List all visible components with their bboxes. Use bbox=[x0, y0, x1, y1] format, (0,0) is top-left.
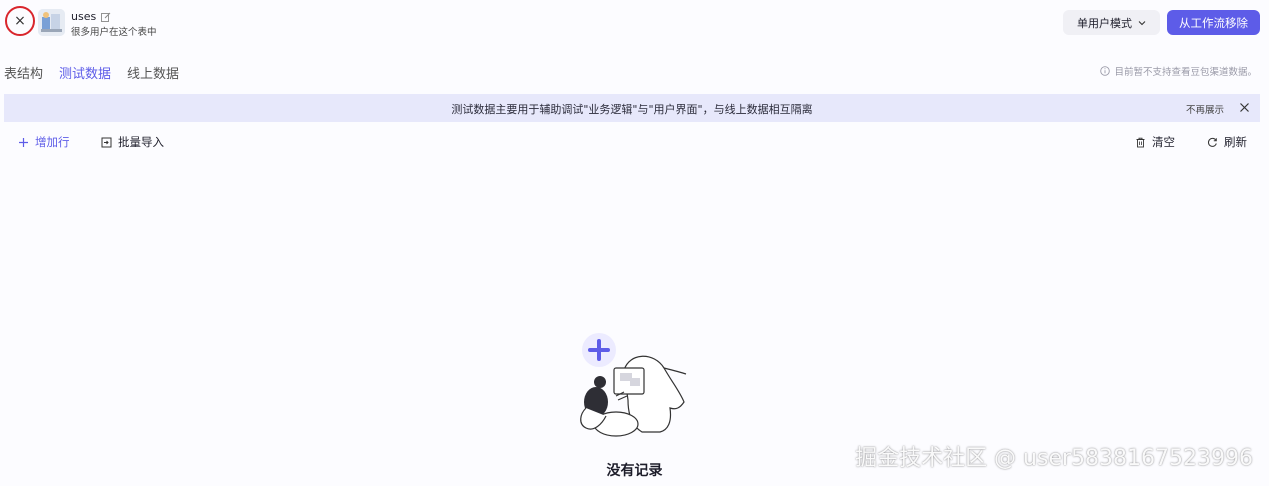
channel-note-text: 目前暂不支持查看豆包渠道数据。 bbox=[1114, 67, 1257, 78]
refresh-icon bbox=[1207, 137, 1217, 147]
clear-button[interactable]: 清空 bbox=[1135, 134, 1175, 150]
close-button[interactable]: × bbox=[5, 6, 35, 36]
remove-from-workflow-button[interactable]: 从工作流移除 bbox=[1167, 10, 1260, 35]
close-icon: × bbox=[14, 13, 26, 29]
watermark: 掘金技术社区 @ user5838167523996 bbox=[855, 446, 1253, 471]
trash-icon bbox=[1136, 137, 1145, 147]
remove-button-label: 从工作流移除 bbox=[1179, 15, 1248, 30]
app-title: uses bbox=[71, 10, 97, 23]
refresh-label: 刷新 bbox=[1224, 135, 1247, 149]
info-banner: 测试数据主要用于辅助调试"业务逻辑"与"用户界面"，与线上数据相互隔离 不再展示 bbox=[4, 94, 1260, 122]
info-icon bbox=[1100, 66, 1111, 76]
empty-state-illustration bbox=[580, 333, 687, 437]
add-row-button[interactable]: 增加行 bbox=[18, 134, 70, 150]
bulk-import-button[interactable]: 批量导入 bbox=[101, 134, 164, 150]
app-title-row: uses bbox=[71, 10, 111, 23]
header: × uses 很多用户在这个表中 单用户模式 从工作流移除 bbox=[0, 0, 1269, 46]
tab-schema[interactable]: 表结构 bbox=[4, 63, 43, 82]
mode-select-label: 单用户模式 bbox=[1077, 16, 1132, 30]
bulk-import-label: 批量导入 bbox=[118, 135, 164, 149]
table-thumbnail-icon bbox=[38, 9, 65, 36]
chevron-down-icon bbox=[1138, 20, 1146, 25]
mode-select[interactable]: 单用户模式 bbox=[1063, 10, 1160, 35]
edit-icon[interactable] bbox=[101, 12, 111, 22]
clear-label: 清空 bbox=[1152, 135, 1175, 149]
tab-bar: 表结构 测试数据 线上数据 bbox=[4, 63, 179, 82]
tab-online-data[interactable]: 线上数据 bbox=[127, 63, 179, 82]
banner-text: 测试数据主要用于辅助调试"业务逻辑"与"用户界面"，与线上数据相互隔离 bbox=[451, 103, 813, 116]
banner-dismiss-link[interactable]: 不再展示 bbox=[1186, 102, 1224, 116]
import-icon bbox=[101, 137, 112, 147]
plus-icon bbox=[19, 137, 28, 147]
refresh-button[interactable]: 刷新 bbox=[1207, 134, 1247, 150]
tab-test-data[interactable]: 测试数据 bbox=[59, 63, 111, 82]
add-row-label: 增加行 bbox=[35, 135, 70, 149]
banner-close-icon[interactable] bbox=[1239, 102, 1250, 113]
app-subtitle: 很多用户在这个表中 bbox=[71, 27, 157, 38]
channel-note: 目前暂不支持查看豆包渠道数据。 bbox=[1100, 64, 1257, 78]
